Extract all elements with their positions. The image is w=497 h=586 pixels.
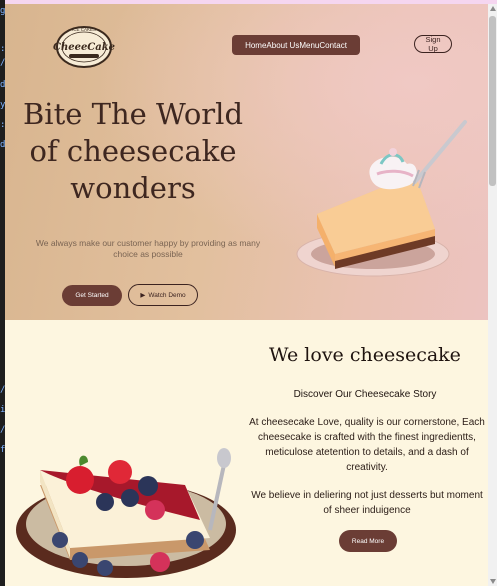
about-section: We love cheesecake Discover Our Cheeseca…: [5, 320, 488, 586]
main-nav: Home About Us Menu Contact: [232, 35, 360, 55]
hero-title: Bite The World of cheesecake wonders: [15, 96, 251, 207]
about-paragraph-2: We believe in deliering not just dessert…: [251, 490, 483, 516]
hero-section: ICE CAKES CheeeCake Home About Us Menu C…: [5, 4, 488, 320]
brand-logo[interactable]: ICE CAKES CheeeCake: [53, 20, 115, 70]
nav-menu[interactable]: Menu: [299, 41, 319, 50]
page-scrollbar[interactable]: [488, 4, 497, 586]
hero-subtitle: We always make our customer happy by pro…: [35, 238, 261, 259]
scroll-down-arrow-icon[interactable]: [490, 579, 496, 584]
logo-top-text: ICE CAKES: [72, 27, 96, 32]
nav-about-us[interactable]: About Us: [266, 41, 299, 50]
hero-title-line-2: of cheesecake: [29, 134, 237, 168]
hero-title-line-3: wonders: [70, 171, 196, 205]
nav-home[interactable]: Home: [245, 41, 266, 50]
get-started-button[interactable]: Get Started: [62, 285, 122, 306]
play-icon: ▶: [140, 292, 146, 299]
watch-demo-button[interactable]: ▶ Watch Demo: [128, 284, 198, 306]
about-subtitle: Discover Our Cheesecake Story: [293, 389, 437, 400]
scroll-up-arrow-icon[interactable]: [490, 6, 496, 11]
about-paragraph-1: At cheesecake Love, quality is our corne…: [249, 417, 485, 473]
logo-name: CheeeCake: [53, 42, 115, 53]
about-title: We love cheesecake: [269, 344, 461, 366]
nav-contact[interactable]: Contact: [319, 41, 347, 50]
berry-cheesecake-image: [16, 448, 236, 578]
watch-demo-label: Watch Demo: [148, 291, 186, 299]
read-more-button[interactable]: Read More: [339, 530, 397, 552]
cheesecake-slice-image: [296, 120, 467, 277]
hero-title-line-1: Bite The World: [22, 97, 244, 131]
scrollbar-thumb[interactable]: [489, 16, 496, 186]
sign-up-button[interactable]: Sign Up: [414, 35, 452, 53]
